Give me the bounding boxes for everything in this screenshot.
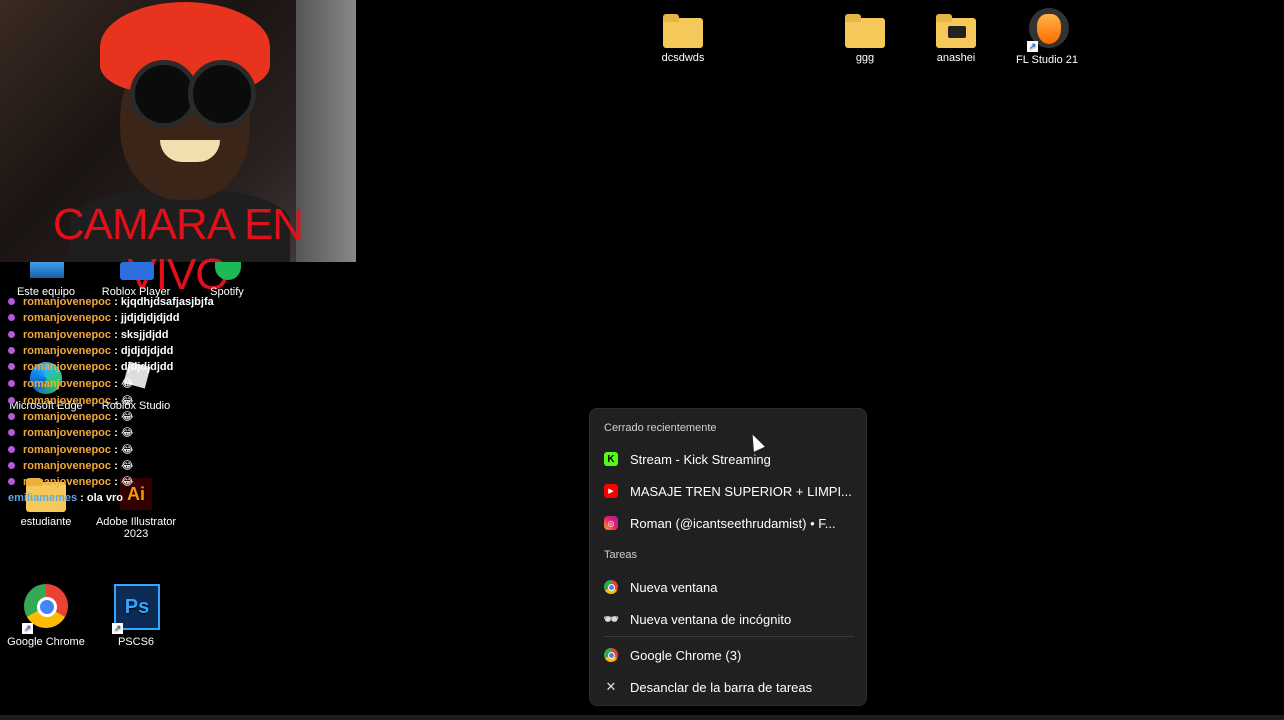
unpin-icon: ✕ (605, 679, 617, 694)
chat-badge-icon (8, 298, 15, 305)
chrome-icon (604, 580, 618, 594)
desktop-icon-dcsdwds[interactable]: dcsdwds (637, 12, 729, 64)
chat-badge-icon (8, 314, 15, 322)
folder-icon (936, 12, 976, 48)
chrome-icon: ↗ (22, 584, 70, 634)
jumplist-item-instagram[interactable]: ◎ Roman (@icantseethrudamist) • F... (604, 511, 854, 535)
chat-message: romanjovenepoc : kjqdhjdsafjasjbjfa (8, 296, 308, 312)
chat-message: romanjovenepoc : 😂 (8, 459, 308, 475)
chat-badge-icon (8, 346, 15, 354)
chat-badge-icon (8, 461, 15, 469)
roblox-icon (116, 262, 156, 282)
chrome-jump-list: Cerrado recientemente K Stream - Kick St… (589, 408, 867, 706)
chrome-icon (604, 648, 618, 662)
taskbar-edge (0, 715, 1284, 720)
shortcut-arrow-icon: ↗ (1027, 41, 1038, 52)
desktop-icon-label: Adobe Illustrator 2023 (95, 516, 177, 540)
desktop-icon-google-chrome[interactable]: ↗ Google Chrome (0, 584, 92, 648)
stream-chat-overlay: romanjovenepoc : kjqdhjdsafjasjbjfa roma… (8, 296, 308, 508)
jumplist-item-new-incognito[interactable]: 🕶 Nueva ventana de incógnito (603, 607, 854, 631)
chat-message: romanjovenepoc : 😂 (8, 377, 308, 393)
tasks-header: Tareas (604, 549, 638, 561)
monitor-icon (26, 262, 66, 282)
chat-message: romanjovenepoc : 😂 (8, 475, 308, 491)
chat-badge-icon (8, 478, 15, 486)
chat-badge-icon (8, 380, 15, 388)
webcam-person-goggle-right (188, 60, 256, 128)
desktop-icon-label: estudiante (20, 516, 72, 528)
jumplist-item-new-window[interactable]: Nueva ventana (604, 575, 854, 599)
chat-badge-icon (8, 445, 15, 453)
shortcut-arrow-icon: ↗ (22, 623, 33, 634)
kick-icon: K (604, 452, 618, 466)
desktop-icon-label: anashei (936, 52, 976, 64)
fl-studio-icon: ↗ (1027, 8, 1069, 52)
chat-message: romanjovenepoc : djdjdjdjdd (8, 361, 308, 377)
chat-message: emiliamemes : ola vro (8, 491, 123, 504)
chat-message: romanjovenepoc : djdjdjdjdd (8, 345, 308, 361)
desktop-icon-label: Google Chrome (7, 636, 85, 648)
chat-badge-icon (8, 429, 15, 437)
desktop-icon-label: FL Studio 21 (1016, 54, 1078, 66)
desktop-icon-este-equipo[interactable]: Este equipo (0, 262, 92, 298)
desktop-icon-fl-studio[interactable]: ↗ FL Studio 21 (1001, 8, 1093, 66)
folder-icon (663, 12, 703, 48)
desktop-icon-spotify[interactable]: Spotify (181, 262, 273, 298)
photoshop-icon: Ps ↗ (112, 584, 160, 634)
menu-divider (604, 636, 854, 637)
chat-badge-icon (8, 363, 15, 371)
desktop-icon-pscs6[interactable]: Ps ↗ PSCS6 (90, 584, 182, 648)
chat-message: romanjovenepoc : 😂 (8, 394, 308, 410)
desktop-icon-label: PSCS6 (117, 636, 155, 648)
recent-header: Cerrado recientemente (604, 422, 717, 434)
jumplist-item-unpin[interactable]: ✕ Desanclar de la barra de tareas (604, 675, 854, 699)
jumplist-item-youtube[interactable]: ▶ MASAJE TREN SUPERIOR + LIMPI... (604, 479, 854, 503)
jumplist-item-google-chrome[interactable]: Google Chrome (3) (604, 643, 854, 667)
desktop-icon-ggg[interactable]: ggg (819, 12, 911, 64)
incognito-icon: 🕶 (603, 612, 619, 626)
youtube-icon: ▶ (604, 484, 618, 498)
chat-message: romanjovenepoc : 😂 (8, 410, 308, 426)
spotify-icon (207, 262, 247, 282)
shortcut-arrow-icon: ↗ (112, 623, 123, 634)
chat-message: romanjovenepoc : jjdjdjdjdjdd (8, 312, 308, 328)
desktop-icon-anashei[interactable]: anashei (910, 12, 1002, 64)
chat-badge-icon (8, 396, 15, 404)
instagram-icon: ◎ (604, 516, 618, 530)
desktop-icon-roblox-player[interactable]: Roblox Player (90, 262, 182, 298)
jumplist-item-kick[interactable]: K Stream - Kick Streaming (604, 447, 854, 471)
chat-message: romanjovenepoc : 😂 (8, 426, 308, 442)
chat-badge-icon (8, 330, 15, 338)
desktop-icon-label: dcsdwds (661, 52, 705, 64)
desktop-icon-label: ggg (855, 52, 875, 64)
folder-icon (845, 12, 885, 48)
chat-badge-icon (8, 413, 15, 421)
chat-message: romanjovenepoc : 😂 (8, 443, 308, 459)
chat-message: romanjovenepoc : sksjjdjdd (8, 329, 308, 345)
